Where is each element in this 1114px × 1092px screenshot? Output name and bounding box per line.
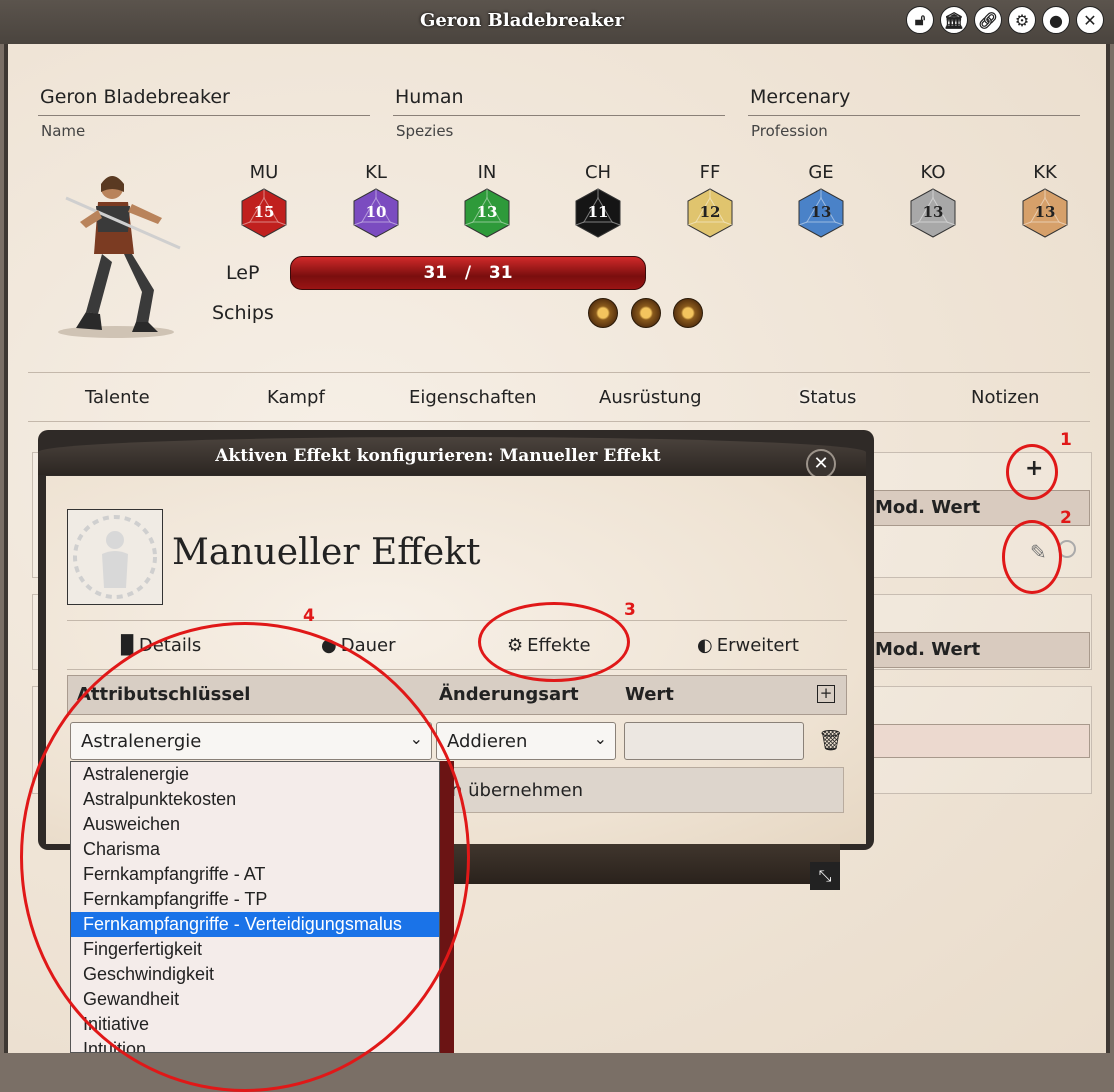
tab-notizen[interactable]: Notizen — [971, 387, 1039, 408]
character-portrait[interactable] — [46, 162, 186, 338]
attribute-value: 11 — [587, 203, 609, 221]
trash-icon[interactable]: 🗑︎ — [818, 728, 843, 752]
value-input[interactable] — [624, 722, 804, 760]
tab-talente[interactable]: Talente — [85, 387, 150, 408]
effect-figure-icon — [73, 515, 157, 599]
profession-label: Profession — [751, 122, 828, 140]
dialog-tab-erweitert[interactable]: ◐ Erweitert — [697, 635, 799, 656]
shield-icon: ◐ — [697, 635, 713, 656]
annotation-number-2: 2 — [1060, 508, 1072, 528]
attribute-label: CH — [584, 162, 612, 183]
schips-label: Schips — [212, 302, 274, 324]
annotation-circle-1 — [1006, 444, 1058, 500]
attribute-label: KO — [920, 162, 946, 183]
d20-icon[interactable]: 11 — [574, 188, 622, 238]
attribute-value: 13 — [810, 203, 832, 221]
lep-max: 31 — [488, 263, 513, 283]
tab-eigenschaften[interactable]: Eigenschaften — [409, 387, 537, 408]
lock-open-icon[interactable]: 🔓︎ — [906, 6, 934, 34]
resize-icon[interactable]: ⤡ — [810, 862, 840, 890]
mod-wert-label: Mod. Wert — [875, 639, 981, 660]
attribute-label: MU — [249, 162, 279, 183]
col-value: Wert — [625, 684, 674, 705]
annotation-circle-4 — [20, 622, 470, 1092]
attribute-value: 12 — [699, 203, 721, 221]
col-change-mode: Änderungsart — [439, 684, 579, 705]
annotation-circle-3 — [478, 602, 630, 682]
schip-token[interactable] — [631, 298, 661, 328]
lep-separator: / — [464, 263, 472, 283]
chevron-down-icon: ⌄ — [593, 729, 607, 748]
annotation-number-3: 3 — [624, 600, 636, 620]
d20-icon[interactable]: 13 — [463, 188, 511, 238]
attribute-ch[interactable]: CH 11 — [568, 162, 628, 238]
user-icon[interactable]: ● — [1042, 6, 1070, 34]
d20-icon[interactable]: 12 — [686, 188, 734, 238]
lep-current: 31 — [423, 263, 448, 283]
tab-status[interactable]: Status — [799, 387, 856, 408]
profession-value[interactable]: Mercenary — [748, 86, 1080, 116]
d20-icon[interactable]: 13 — [797, 188, 845, 238]
schip-token[interactable] — [673, 298, 703, 328]
schip-token[interactable] — [588, 298, 618, 328]
attribute-value: 13 — [922, 203, 944, 221]
attribute-value: 13 — [1034, 203, 1056, 221]
species-label: Spezies — [396, 122, 454, 140]
link-icon[interactable]: 🔗︎ — [974, 6, 1002, 34]
tab-label: Erweitert — [716, 635, 799, 656]
annotation-circle-2 — [1002, 520, 1062, 594]
attribute-label: GE — [808, 162, 834, 183]
profession-field[interactable]: Mercenary Profession — [748, 86, 1080, 140]
mod-wert-header-1: Mod. Wert — [868, 490, 1090, 526]
attribute-kl[interactable]: KL 10 — [346, 162, 406, 238]
effects-row — [868, 724, 1090, 758]
attribute-value: 13 — [476, 203, 498, 221]
attribute-label: IN — [477, 162, 497, 183]
dialog-title: Aktiven Effekt konfigurieren: Manueller … — [215, 446, 661, 466]
dialog-close-button[interactable]: ✕ — [806, 449, 836, 479]
window-buttons: 🔓︎ 🏛︎ 🔗︎ ⚙ ● ✕ — [906, 6, 1104, 34]
add-change-icon[interactable]: + — [817, 685, 835, 703]
d20-icon[interactable]: 13 — [909, 188, 957, 238]
window-title: Geron Bladebreaker — [419, 10, 624, 31]
annotation-number-1: 1 — [1060, 430, 1072, 450]
bank-icon[interactable]: 🏛︎ — [940, 6, 968, 34]
effect-name[interactable]: Manueller Effekt — [172, 532, 480, 573]
close-icon[interactable]: ✕ — [1076, 6, 1104, 34]
species-value[interactable]: Human — [393, 86, 725, 116]
attribute-mu[interactable]: MU 15 — [234, 162, 294, 238]
change-mode-value: Addieren — [447, 731, 528, 752]
d20-icon[interactable]: 15 — [240, 188, 288, 238]
attribute-value: 10 — [365, 203, 387, 221]
gear-icon[interactable]: ⚙ — [1008, 6, 1036, 34]
attribute-ge[interactable]: GE 13 — [791, 162, 851, 238]
d20-icon[interactable]: 13 — [1021, 188, 1069, 238]
annotation-number-4: 4 — [303, 606, 315, 626]
name-label: Name — [41, 122, 86, 140]
window-titlebar: Geron Bladebreaker 🔓︎ 🏛︎ 🔗︎ ⚙ ● ✕ — [0, 0, 1114, 44]
attribute-label: FF — [699, 162, 721, 183]
mod-wert-label: Mod. Wert — [875, 497, 981, 518]
d20-icon[interactable]: 10 — [352, 188, 400, 238]
tab-ausruestung[interactable]: Ausrüstung — [599, 387, 702, 408]
name-value[interactable]: Geron Bladebreaker — [38, 86, 370, 116]
lep-bar[interactable]: 31 / 31 — [290, 256, 646, 290]
lep-label: LeP — [226, 262, 260, 284]
mod-wert-header-2: Mod. Wert — [868, 632, 1090, 668]
attribute-ko[interactable]: KO 13 — [903, 162, 963, 238]
attribute-kk[interactable]: KK 13 — [1015, 162, 1075, 238]
apply-changes-button[interactable]: n übernehmen — [436, 767, 844, 813]
species-field[interactable]: Human Spezies — [393, 86, 725, 140]
attribute-ff[interactable]: FF 12 — [680, 162, 740, 238]
name-field[interactable]: Geron Bladebreaker Name — [38, 86, 370, 140]
attribute-label: KL — [365, 162, 387, 183]
attribute-label: KK — [1033, 162, 1057, 183]
tab-kampf[interactable]: Kampf — [267, 387, 325, 408]
change-mode-select[interactable]: Addieren ⌄ — [436, 722, 616, 760]
effect-image[interactable] — [67, 509, 163, 605]
main-tabs: Talente Kampf Eigenschaften Ausrüstung S… — [28, 372, 1090, 422]
attribute-in[interactable]: IN 13 — [457, 162, 517, 238]
attribute-value: 15 — [253, 203, 275, 221]
